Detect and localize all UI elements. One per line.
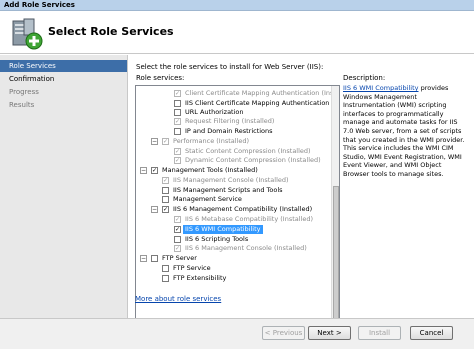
collapse-toggle-icon[interactable]: − [140,255,147,262]
step-results: Results [9,101,35,109]
server-add-icon [12,18,43,50]
checkbox[interactable]: ✓ [174,148,181,155]
wizard-footer: < Previous Next > Install Cancel [0,318,474,349]
checkbox[interactable] [151,255,158,262]
tree-item-label: IIS Client Certificate Mapping Authentic… [185,99,330,107]
checkbox[interactable]: ✓ [174,118,181,125]
tree-item-label: FTP Service [173,264,211,272]
step-role-services[interactable]: Role Services [0,60,127,72]
tree-item-label: URL Authorization [185,108,244,116]
wizard-header: Select Role Services [0,11,474,54]
checkbox[interactable] [162,265,169,272]
checkbox[interactable]: ✓ [162,206,169,213]
more-about-role-services-link[interactable]: More about role services [135,295,221,303]
checkbox[interactable]: ✓ [162,177,169,184]
checkbox[interactable] [174,109,181,116]
tree-item-label: IIS Management Console (Installed) [173,176,289,184]
checkbox[interactable]: ✓ [151,167,158,174]
role-services-label: Role services: [136,74,185,82]
description-title: Description: [343,74,386,82]
tree-item-label: IP and Domain Restrictions [185,127,273,135]
tree-item-label: IIS 6 Metabase Compatibility (Installed) [185,215,314,223]
checkbox[interactable] [174,236,181,243]
description-text: IIS 6 WMI Compatibility provides Windows… [343,84,469,179]
wizard-steps-nav: Role Services Confirmation Progress Resu… [0,55,128,318]
tree-item-label: Performance (Installed) [173,137,250,145]
tree-scrollbar[interactable] [331,86,339,340]
checkbox[interactable]: ✓ [162,138,169,145]
checkbox[interactable] [174,128,181,135]
page-title: Select Role Services [48,25,174,38]
next-button[interactable]: Next > [308,326,351,340]
tree-item-label: FTP Server [162,254,197,262]
collapse-toggle-icon[interactable]: − [140,167,147,174]
checkbox[interactable]: ✓ [174,157,181,164]
scrollbar-thumb[interactable] [333,186,339,336]
step-progress: Progress [9,88,39,96]
window-titlebar: Add Role Services [0,0,474,11]
checkbox[interactable]: ✓ [174,90,181,97]
step-confirmation[interactable]: Confirmation [0,73,127,85]
tree-item-label: Management Service [173,195,242,203]
tree-item-label: Dynamic Content Compression (Installed) [185,156,321,164]
tree-item-label: IIS Management Scripts and Tools [173,186,283,194]
main-content: Select the role services to install for … [129,55,474,341]
collapse-toggle-icon[interactable]: − [151,206,158,213]
tree-item-label: IIS 6 Scripting Tools [185,235,249,243]
install-button[interactable]: Install [358,326,401,340]
checkbox[interactable]: ✓ [174,245,181,252]
checkbox[interactable]: ✓ [174,216,181,223]
instruction-text: Select the role services to install for … [136,63,324,71]
tree-item-label: FTP Extensibility [173,274,227,282]
tree-item-label: IIS 6 Management Compatibility (Installe… [173,205,313,213]
tree-item-label: IIS 6 WMI Compatibility [183,225,263,234]
tree-item-label: Management Tools (Installed) [162,166,258,174]
checkbox[interactable]: ✓ [174,226,181,233]
cancel-button[interactable]: Cancel [410,326,453,340]
window-title: Add Role Services [4,1,75,9]
checkbox[interactable] [162,275,169,282]
checkbox[interactable] [174,100,181,107]
collapse-toggle-icon[interactable]: − [151,138,158,145]
checkbox[interactable] [162,187,169,194]
previous-button[interactable]: < Previous [262,326,305,340]
tree-item-label: Client Certificate Mapping Authenticatio… [185,89,340,97]
tree-item-label: Request Filtering (Installed) [185,117,275,125]
tree-item-label: IIS 6 Management Console (Installed) [185,244,307,252]
tree-item-label: Static Content Compression (Installed) [185,147,311,155]
description-body: provides Windows Management Instrumentat… [343,84,465,178]
checkbox[interactable] [162,196,169,203]
description-link[interactable]: IIS 6 WMI Compatibility [343,84,419,92]
